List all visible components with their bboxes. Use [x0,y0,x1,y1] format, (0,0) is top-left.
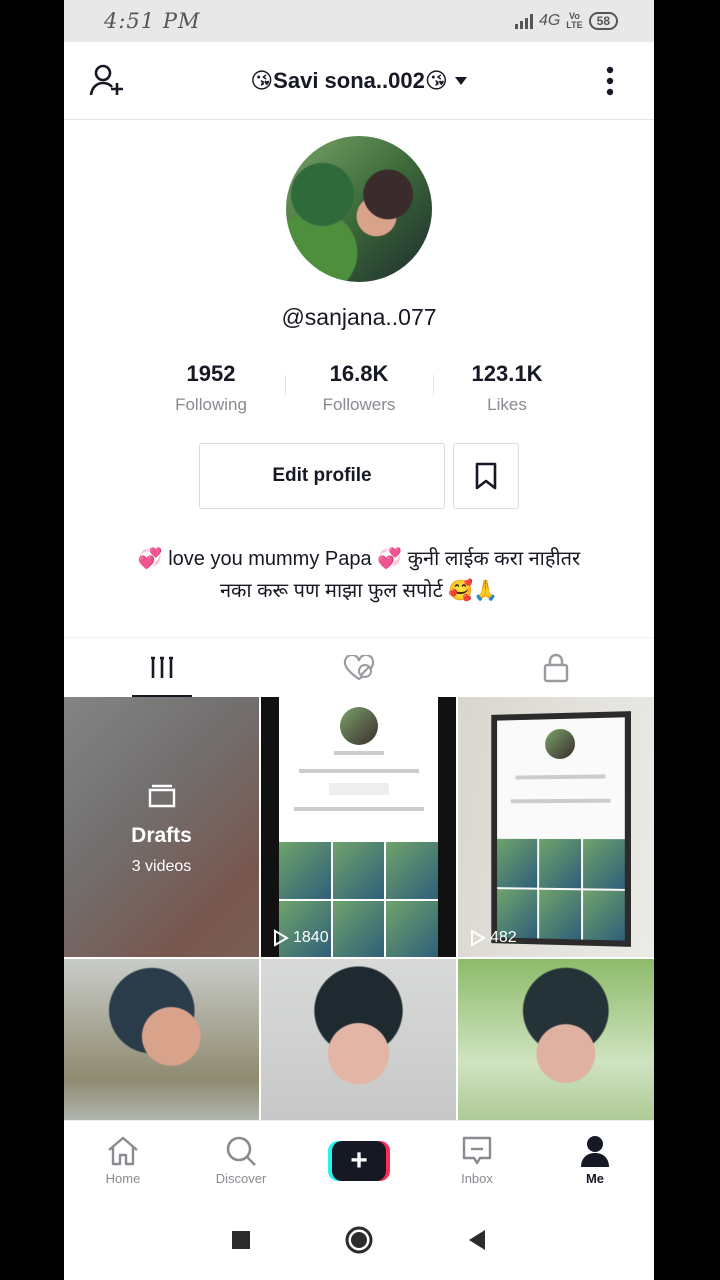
stat-label: Following [175,395,247,414]
drafts-count: 3 videos [131,858,192,875]
nav-label: Inbox [461,1171,493,1186]
tab-videos[interactable] [64,638,261,697]
lock-icon [543,653,568,682]
bio-line: 💞 love you mummy Papa 💞 कुनी लाईक करा ना… [137,548,581,570]
bottom-nav: Home Discover + Inbox Me [64,1120,654,1200]
profile-actions: Edit profile [64,443,654,509]
mini-text [333,751,384,755]
favorites-button[interactable] [453,443,519,509]
mini-button [328,783,389,795]
tab-private[interactable] [457,638,654,697]
recents-icon[interactable] [231,1230,251,1250]
profile-header: 😘Savi sona..002😘 [64,42,654,120]
drafts-tile[interactable]: Drafts 3 videos [64,697,259,957]
stat-likes[interactable]: 123.1K Likes [433,361,581,415]
nav-label: Me [585,1171,605,1186]
mini-text [298,769,419,773]
mini-avatar [545,728,576,760]
profile-bio: 💞 love you mummy Papa 💞 कुनी लाईक करा ना… [104,543,614,607]
nav-inbox[interactable]: Inbox [418,1121,536,1200]
stat-following[interactable]: 1952 Following [137,361,285,415]
nav-me[interactable]: Me [536,1121,654,1200]
phone-screen: 4:51 PM 4G Vo LTE 58 😘Savi sona..002😘 @s… [64,0,654,1280]
mini-text [515,774,606,780]
framed-screenshot [491,711,631,947]
caret-down-icon [454,76,467,85]
play-count: 482 [470,929,517,947]
video-thumbnail[interactable] [458,959,654,1131]
play-icon [274,929,289,947]
home-icon [108,1136,138,1166]
nav-discover[interactable]: Discover [182,1121,300,1200]
profile-tabs [64,637,654,697]
stat-label: Likes [487,395,527,414]
mini-text [510,798,611,804]
network-type: 4G [538,12,561,29]
back-icon[interactable] [467,1229,487,1251]
profile-avatar[interactable] [286,136,432,282]
stat-value: 1952 [186,361,236,386]
home-circle-icon[interactable] [344,1225,374,1255]
stat-label: Followers [322,395,396,414]
nav-label: Discover [215,1171,267,1186]
play-count: 1840 [273,929,329,947]
grid-icon [151,656,174,678]
stat-followers[interactable]: 16.8K Followers [285,361,433,415]
bookmark-icon [475,462,497,490]
drafts-icon [148,784,175,808]
video-thumbnail[interactable] [261,959,456,1131]
play-count-value: 482 [490,929,517,946]
mini-avatar [339,707,378,745]
add-friend-icon[interactable] [88,61,128,101]
hidden-heart-icon [343,654,375,680]
drafts-title: Drafts [131,824,192,847]
create-button[interactable]: + [328,1140,390,1181]
profile-icon [581,1136,609,1167]
bio-line: नका करू पण माझा फुल सपोर्ट 🥰🙏 [219,580,499,602]
video-thumbnail[interactable]: 1840 [261,697,456,957]
stat-value: 123.1K [471,361,543,386]
edit-profile-button[interactable]: Edit profile [199,443,445,509]
status-indicators: 4G Vo LTE 58 [514,12,618,30]
thumbnail-image [279,697,438,957]
system-nav-bar [64,1200,654,1280]
volte-icon: Vo LTE [566,12,582,30]
nav-create[interactable]: + [300,1121,418,1200]
volte-bottom: LTE [566,20,583,30]
mini-grid [497,838,625,941]
play-count-value: 1840 [293,929,329,946]
profile-handle: @sanjana..077 [281,304,437,330]
plus-icon: + [332,1140,386,1181]
video-thumbnail[interactable] [64,959,259,1131]
battery-icon: 58 [588,12,618,30]
nav-home[interactable]: Home [64,1121,182,1200]
video-thumbnail[interactable]: 482 [458,697,654,957]
nav-label: Home [105,1171,141,1186]
status-bar: 4:51 PM 4G Vo LTE 58 [64,0,654,42]
inbox-icon [462,1136,492,1165]
signal-icon [514,13,533,29]
mini-text [293,807,424,811]
video-grid: Drafts 3 videos 1840 482 [64,697,654,1131]
stat-value: 16.8K [329,361,389,386]
more-options-icon[interactable] [590,61,630,101]
status-time: 4:51 PM [104,9,201,33]
profile-stats: 1952 Following 16.8K Followers 123.1K Li… [64,361,654,415]
play-icon [471,929,486,947]
search-icon [226,1136,256,1166]
account-title: 😘Savi sona..002😘 [250,67,448,93]
account-switcher[interactable]: 😘Savi sona..002😘 [250,68,468,94]
tab-liked[interactable] [261,638,458,697]
